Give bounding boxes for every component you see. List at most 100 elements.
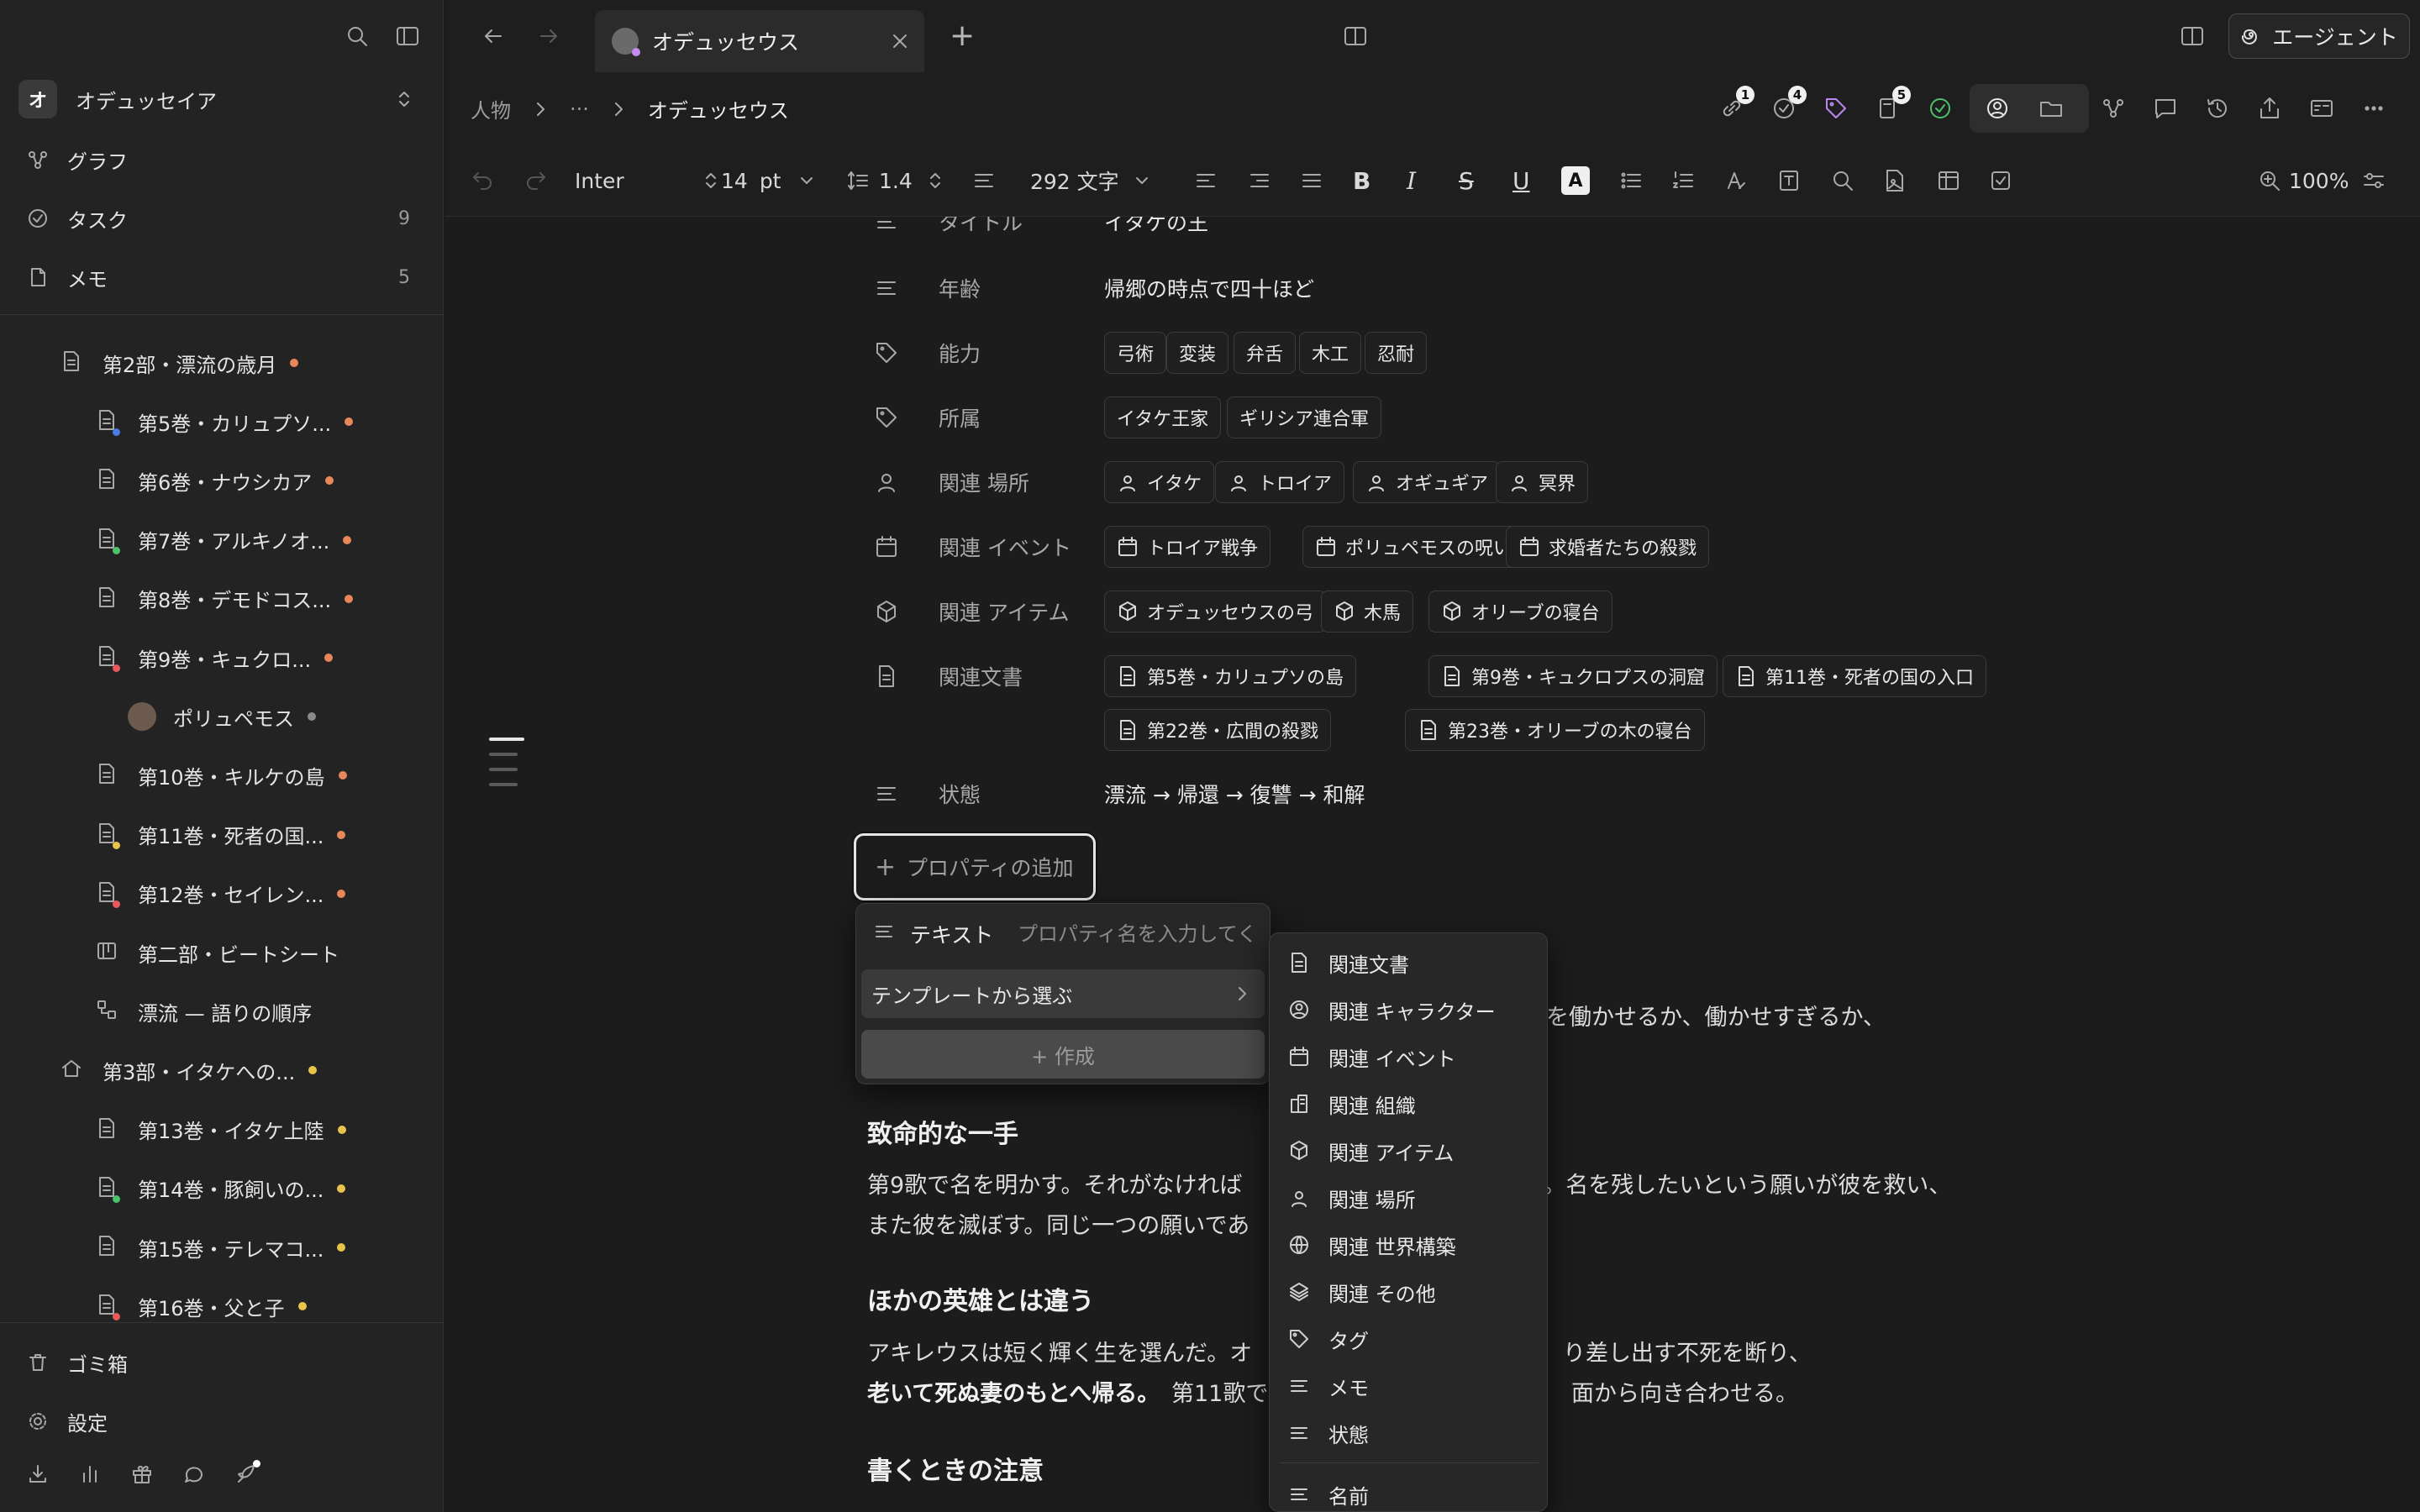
stats-icon[interactable] bbox=[79, 1463, 101, 1485]
numbered-list-icon[interactable] bbox=[1670, 144, 1696, 217]
template-option[interactable]: メモ bbox=[1270, 1362, 1547, 1410]
sidebar-tree-item[interactable]: 第3部・イタケへの... bbox=[0, 1045, 444, 1095]
split-view-icon[interactable] bbox=[1343, 24, 1368, 49]
back-arrow-icon[interactable] bbox=[481, 24, 506, 49]
sidebar-tree-item[interactable]: 漂流 — 語りの順序 bbox=[0, 986, 444, 1037]
sidebar-tree-item[interactable]: 第2部・漂流の歳月 bbox=[0, 338, 444, 388]
graph-icon[interactable] bbox=[2101, 96, 2126, 121]
document-chip[interactable]: 第23巻・オリーブの木の寝台 bbox=[1405, 709, 1705, 751]
property-state[interactable]: 状態 漂流 → 帰還 → 復讐 → 和解 bbox=[874, 769, 2134, 819]
zoom-control[interactable]: 100% bbox=[2257, 144, 2349, 217]
bullet-list-icon[interactable] bbox=[1618, 144, 1644, 217]
chat-icon[interactable] bbox=[183, 1463, 205, 1485]
item-chip[interactable]: 木馬 bbox=[1321, 591, 1414, 633]
template-menu-item[interactable]: テンプレートから選ぶ bbox=[861, 969, 1265, 1018]
sidebar-tree-item[interactable]: 第7巻・アルキノオ... bbox=[0, 515, 444, 565]
template-option[interactable]: 名前 bbox=[1270, 1471, 1547, 1511]
agent-button[interactable]: エージェント bbox=[2228, 13, 2410, 59]
document-chip[interactable]: 第5巻・カリュプソの島 bbox=[1104, 655, 1356, 697]
sidebar-toggle-icon[interactable] bbox=[395, 24, 420, 49]
sidebar-tree-item[interactable]: 第11巻・死者の国... bbox=[0, 810, 444, 860]
file-image-icon[interactable] bbox=[1882, 144, 1907, 217]
property-affiliation[interactable]: 所属 イタケ王家 ギリシア連合軍 bbox=[874, 392, 2134, 443]
underline-icon[interactable]: U bbox=[1512, 144, 1530, 217]
breadcrumb-ellipsis[interactable]: ··· bbox=[570, 97, 589, 121]
documents-icon[interactable]: 5 bbox=[1876, 86, 1911, 121]
forward-arrow-icon[interactable] bbox=[536, 24, 561, 49]
sidebar-item-notes[interactable]: メモ 5 bbox=[0, 252, 444, 302]
sidebar-tree-item[interactable]: 第16巻・父と子 bbox=[0, 1281, 444, 1327]
person-icon[interactable] bbox=[1985, 96, 2010, 121]
clear-format-icon[interactable] bbox=[1724, 144, 1749, 217]
sidebar-item-tasks[interactable]: タスク 9 bbox=[0, 193, 444, 244]
create-button[interactable]: + 作成 bbox=[861, 1030, 1265, 1079]
template-option[interactable]: 関連 世界構築 bbox=[1270, 1221, 1547, 1268]
ability-chip[interactable]: 忍耐 bbox=[1365, 332, 1428, 374]
property-abilities[interactable]: 能力 弓術 変装 弁舌 木工 忍耐 bbox=[874, 328, 2134, 378]
ability-chip[interactable]: 弁舌 bbox=[1234, 332, 1297, 374]
table-icon[interactable] bbox=[1936, 144, 1961, 217]
template-option[interactable]: タグ bbox=[1270, 1315, 1547, 1362]
paragraph-icon[interactable] bbox=[971, 144, 997, 217]
comment-icon[interactable] bbox=[2153, 96, 2178, 121]
tab-active[interactable]: オデュッセウス bbox=[595, 10, 924, 72]
item-chip[interactable]: オリーブの寝台 bbox=[1428, 591, 1612, 633]
more-icon[interactable] bbox=[2361, 96, 2386, 121]
bold-icon[interactable]: B bbox=[1353, 144, 1370, 217]
line-height-select[interactable]: 1.4 bbox=[845, 144, 946, 217]
item-chip[interactable]: オデュッセウスの弓 bbox=[1104, 591, 1327, 633]
ability-chip[interactable]: 変装 bbox=[1166, 332, 1229, 374]
affiliation-chip[interactable]: イタケ王家 bbox=[1104, 396, 1222, 438]
align-right-icon[interactable] bbox=[1247, 144, 1272, 217]
search-icon[interactable] bbox=[345, 24, 370, 49]
sidebar-tree-item[interactable]: ポリュペモス bbox=[0, 691, 444, 742]
property-type-select[interactable]: テキスト bbox=[910, 919, 993, 949]
property-places[interactable]: 関連 場所 イタケ トロイア オギュギア 冥界 bbox=[874, 457, 2134, 507]
property-items[interactable]: 関連 アイテム オデュッセウスの弓 木馬 オリーブの寝台 bbox=[874, 586, 2134, 637]
event-chip[interactable]: ポリュペモスの呪い bbox=[1302, 526, 1525, 568]
layout-icon[interactable] bbox=[2180, 24, 2205, 49]
align-left-icon[interactable] bbox=[1193, 144, 1218, 217]
place-chip[interactable]: トロイア bbox=[1215, 461, 1345, 503]
sidebar-tree-item[interactable]: 第9巻・キュクロ... bbox=[0, 633, 444, 683]
workspace-switcher[interactable]: オ オデュッセイア bbox=[0, 74, 444, 124]
gift-icon[interactable] bbox=[131, 1463, 153, 1485]
align-justify-icon[interactable] bbox=[1299, 144, 1324, 217]
sidebar-item-graph[interactable]: グラフ bbox=[0, 134, 444, 185]
id-card-icon[interactable] bbox=[2309, 96, 2334, 121]
download-icon[interactable] bbox=[27, 1463, 49, 1485]
property-title[interactable]: タイトル イタケの王 bbox=[874, 217, 2134, 247]
add-property-button[interactable]: + プロパティの追加 bbox=[854, 833, 1096, 900]
property-events[interactable]: 関連 イベント トロイア戦争 ポリュペモスの呪い 求婚者たちの殺戮 bbox=[874, 522, 2134, 572]
document-chip[interactable]: 第9巻・キュクロプスの洞窟 bbox=[1428, 655, 1718, 697]
sidebar-tree-item[interactable]: 第15巻・テレマコ... bbox=[0, 1222, 444, 1273]
text-color-icon[interactable]: A bbox=[1561, 144, 1590, 217]
redo-icon[interactable] bbox=[523, 144, 548, 217]
find-icon[interactable] bbox=[1830, 144, 1855, 217]
history-icon[interactable] bbox=[2205, 96, 2230, 121]
task-check-icon[interactable]: 4 bbox=[1771, 86, 1807, 121]
ability-chip[interactable]: 木工 bbox=[1299, 332, 1362, 374]
link-icon[interactable]: 1 bbox=[1719, 86, 1754, 121]
place-chip[interactable]: オギュギア bbox=[1353, 461, 1502, 503]
status-check-icon[interactable] bbox=[1928, 96, 1953, 121]
template-option[interactable]: 関連 キャラクター bbox=[1270, 986, 1547, 1033]
property-age[interactable]: 年齢 帰郷の時点で四十ほど bbox=[874, 263, 2134, 313]
place-chip[interactable]: 冥界 bbox=[1496, 461, 1589, 503]
sidebar-tree-item[interactable]: 第13巻・イタケ上陸 bbox=[0, 1105, 444, 1155]
font-family-select[interactable]: Inter bbox=[575, 144, 722, 217]
checkbox-icon[interactable] bbox=[1988, 144, 2013, 217]
settings-sliders-icon[interactable] bbox=[2361, 144, 2386, 217]
template-option[interactable]: 関連 アイテム bbox=[1270, 1127, 1547, 1174]
new-tab-button[interactable]: + bbox=[950, 18, 975, 53]
property-documents[interactable]: 関連文書 第5巻・カリュプソの島 第9巻・キュクロプスの洞窟 第11巻・死者の国の入… bbox=[874, 651, 2134, 751]
sidebar-item-settings[interactable]: 設定 bbox=[0, 1396, 444, 1446]
italic-icon[interactable]: I bbox=[1407, 144, 1416, 217]
event-chip[interactable]: トロイア戦争 bbox=[1104, 526, 1271, 568]
document-chip[interactable]: 第11巻・死者の国の入口 bbox=[1723, 655, 1986, 697]
property-name-input[interactable]: プロパティ名を入力してく bbox=[1018, 917, 1261, 949]
sidebar-tree-item[interactable]: 第14巻・豚飼いの... bbox=[0, 1163, 444, 1214]
rocket-icon[interactable] bbox=[235, 1460, 260, 1485]
affiliation-chip[interactable]: ギリシア連合軍 bbox=[1227, 396, 1382, 438]
tag-icon[interactable] bbox=[1823, 96, 1849, 121]
